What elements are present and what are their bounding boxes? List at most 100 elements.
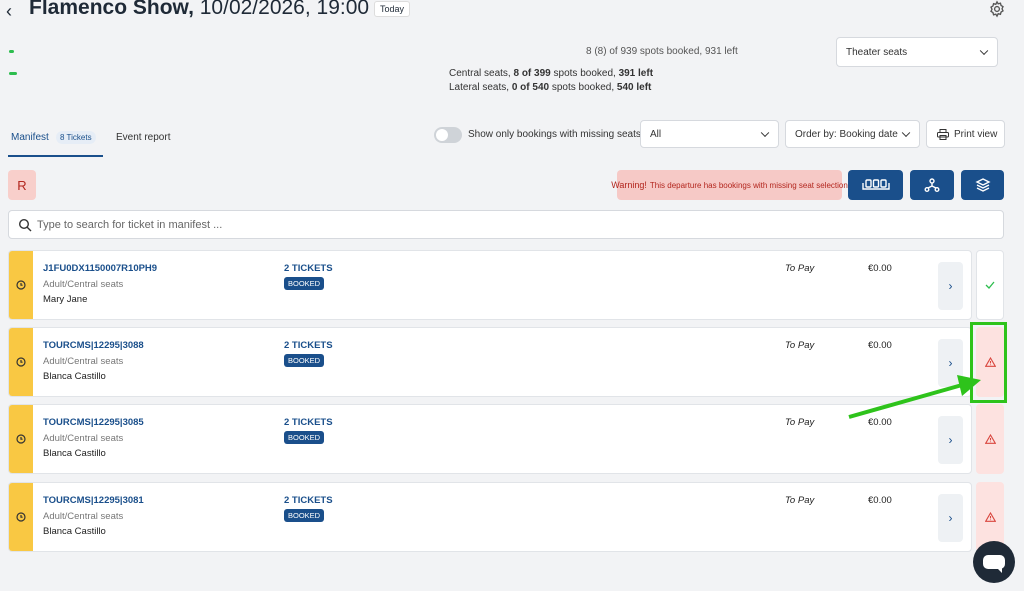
back-icon[interactable]: ‹ xyxy=(6,1,12,22)
clock-icon xyxy=(16,512,26,522)
central-seats-mid: spots booked, xyxy=(550,68,619,79)
layers-button[interactable] xyxy=(961,170,1004,200)
status-filter-select[interactable]: All xyxy=(640,120,779,148)
customer-name: Mary Jane xyxy=(43,294,88,305)
central-seats-booked: 8 of 399 xyxy=(513,68,551,79)
warning-title: Warning! xyxy=(611,180,647,190)
open-booking-button[interactable]: › xyxy=(938,262,963,310)
lateral-seats-mid: spots booked, xyxy=(549,82,617,93)
tab-event-report[interactable]: Event report xyxy=(116,132,170,143)
occupancy-indicator xyxy=(9,50,14,53)
chevron-down-icon xyxy=(901,128,911,138)
chevron-right-icon: › xyxy=(948,511,953,525)
booking-reference: J1FU0DX1150007R10PH9 xyxy=(43,263,158,274)
theater-seats-icon xyxy=(861,179,890,190)
highlight-box xyxy=(970,322,1007,403)
chevron-right-icon: › xyxy=(948,279,953,293)
check-icon xyxy=(985,281,995,289)
status-badge: BOOKED xyxy=(284,277,325,290)
reset-button[interactable]: R xyxy=(8,170,36,200)
status-badge: BOOKED xyxy=(284,354,325,367)
warning-text: This departure has bookings with missing… xyxy=(649,180,848,190)
payment-status: To Pay xyxy=(785,417,815,428)
missing-seat-indicator[interactable] xyxy=(976,404,1004,474)
booking-seat-type: Adult/Central seats xyxy=(43,279,124,290)
manifest-count-badge: 8 Tickets xyxy=(56,131,96,144)
print-view-button[interactable]: Print view xyxy=(926,120,1005,148)
booking-amount: €0.00 xyxy=(868,495,892,506)
assign-seats-button[interactable] xyxy=(910,170,954,200)
clock-icon xyxy=(16,280,26,290)
booking-amount: €0.00 xyxy=(868,417,892,428)
lateral-seats-left: 540 left xyxy=(616,82,652,93)
ticket-count: 2 TICKETS xyxy=(284,495,333,506)
chat-icon xyxy=(983,555,1005,573)
lateral-seats-name: Lateral seats xyxy=(449,82,507,93)
booking-reference: TOURCMS|12295|3081 xyxy=(43,495,144,506)
booking-row[interactable]: TOURCMS|12295|3081 Adult/Central seats Bla… xyxy=(8,482,972,552)
customer-name: Blanca Castillo xyxy=(43,526,106,537)
payment-status: To Pay xyxy=(785,340,815,351)
lateral-seats-booked: 0 of 540 xyxy=(511,82,550,93)
chevron-right-icon: › xyxy=(948,356,953,370)
booking-row[interactable]: TOURCMS|12295|3085 Adult/Central seats Bla… xyxy=(8,404,972,474)
chevron-down-icon xyxy=(760,128,770,138)
booking-amount: €0.00 xyxy=(868,340,892,351)
gear-icon[interactable] xyxy=(988,0,1006,18)
warning-icon xyxy=(984,434,996,444)
missing-seats-label: Show only bookings with missing seats xyxy=(468,129,641,140)
search-input[interactable] xyxy=(37,216,937,234)
layers-icon xyxy=(974,178,991,192)
status-filter-value: All xyxy=(650,128,662,140)
payment-status: To Pay xyxy=(785,263,815,274)
booking-amount: €0.00 xyxy=(868,263,892,274)
seat-map-button[interactable] xyxy=(848,170,903,200)
page-title: Flamenco Show, 10/02/2026, 19:00 xyxy=(29,0,369,20)
manifest-search xyxy=(8,210,1004,239)
ticket-count: 2 TICKETS xyxy=(284,417,333,428)
missing-seats-toggle[interactable] xyxy=(434,127,462,143)
customer-name: Blanca Castillo xyxy=(43,448,106,459)
booking-seat-type: Adult/Central seats xyxy=(43,511,124,522)
seat-map-select[interactable]: Theater seats xyxy=(836,37,998,67)
open-booking-button[interactable]: › xyxy=(938,494,963,542)
seat-assigned-indicator[interactable] xyxy=(976,250,1004,320)
central-seats-summary: Central seats, 8 of 399 spots booked, 39… xyxy=(449,68,654,79)
customer-name: Blanca Castillo xyxy=(43,371,106,382)
booking-seat-type: Adult/Central seats xyxy=(43,356,124,367)
printer-icon xyxy=(937,129,949,140)
payment-status: To Pay xyxy=(785,495,815,506)
central-seats-left: 391 left xyxy=(618,68,654,79)
chat-button[interactable] xyxy=(973,541,1015,583)
status-badge: BOOKED xyxy=(284,509,325,522)
open-booking-button[interactable]: › xyxy=(938,416,963,464)
print-view-label: Print view xyxy=(954,128,998,140)
search-icon xyxy=(18,218,32,232)
clock-icon xyxy=(16,434,26,444)
booking-row[interactable]: J1FU0DX1150007R10PH9 Adult/Central seats M… xyxy=(8,250,972,320)
active-tab-indicator xyxy=(8,155,103,157)
booking-row[interactable]: TOURCMS|12295|3088 Adult/Central seats Bla… xyxy=(8,327,972,397)
status-badge: BOOKED xyxy=(284,431,325,444)
chevron-down-icon xyxy=(979,46,989,56)
central-seats-name: Central seats xyxy=(449,68,508,79)
event-datetime: 10/02/2026, 19:00 xyxy=(193,0,370,19)
open-booking-button[interactable]: › xyxy=(938,339,963,387)
seat-map-select-value: Theater seats xyxy=(846,46,908,58)
central-occupancy-indicator xyxy=(9,72,17,75)
booking-seat-type: Adult/Central seats xyxy=(43,433,124,444)
booked-total-text: 8 (8) of 939 spots booked, 931 left xyxy=(586,46,738,57)
event-name: Flamenco Show, xyxy=(29,0,194,19)
ticket-count: 2 TICKETS xyxy=(284,263,333,274)
booking-reference: TOURCMS|12295|3085 xyxy=(43,417,144,428)
clock-icon xyxy=(16,357,26,367)
booking-reference: TOURCMS|12295|3088 xyxy=(43,340,144,351)
chevron-right-icon: › xyxy=(948,433,953,447)
tab-manifest[interactable]: Manifest xyxy=(11,132,49,143)
order-by-select[interactable]: Order by: Booking date xyxy=(785,120,920,148)
warning-icon xyxy=(984,512,996,522)
network-icon xyxy=(924,178,940,192)
missing-seats-warning: Warning! This departure has bookings with… xyxy=(611,170,848,200)
order-by-value: Order by: Booking date xyxy=(795,128,898,140)
lateral-seats-summary: Lateral seats, 0 of 540 spots booked, 54… xyxy=(449,82,652,93)
